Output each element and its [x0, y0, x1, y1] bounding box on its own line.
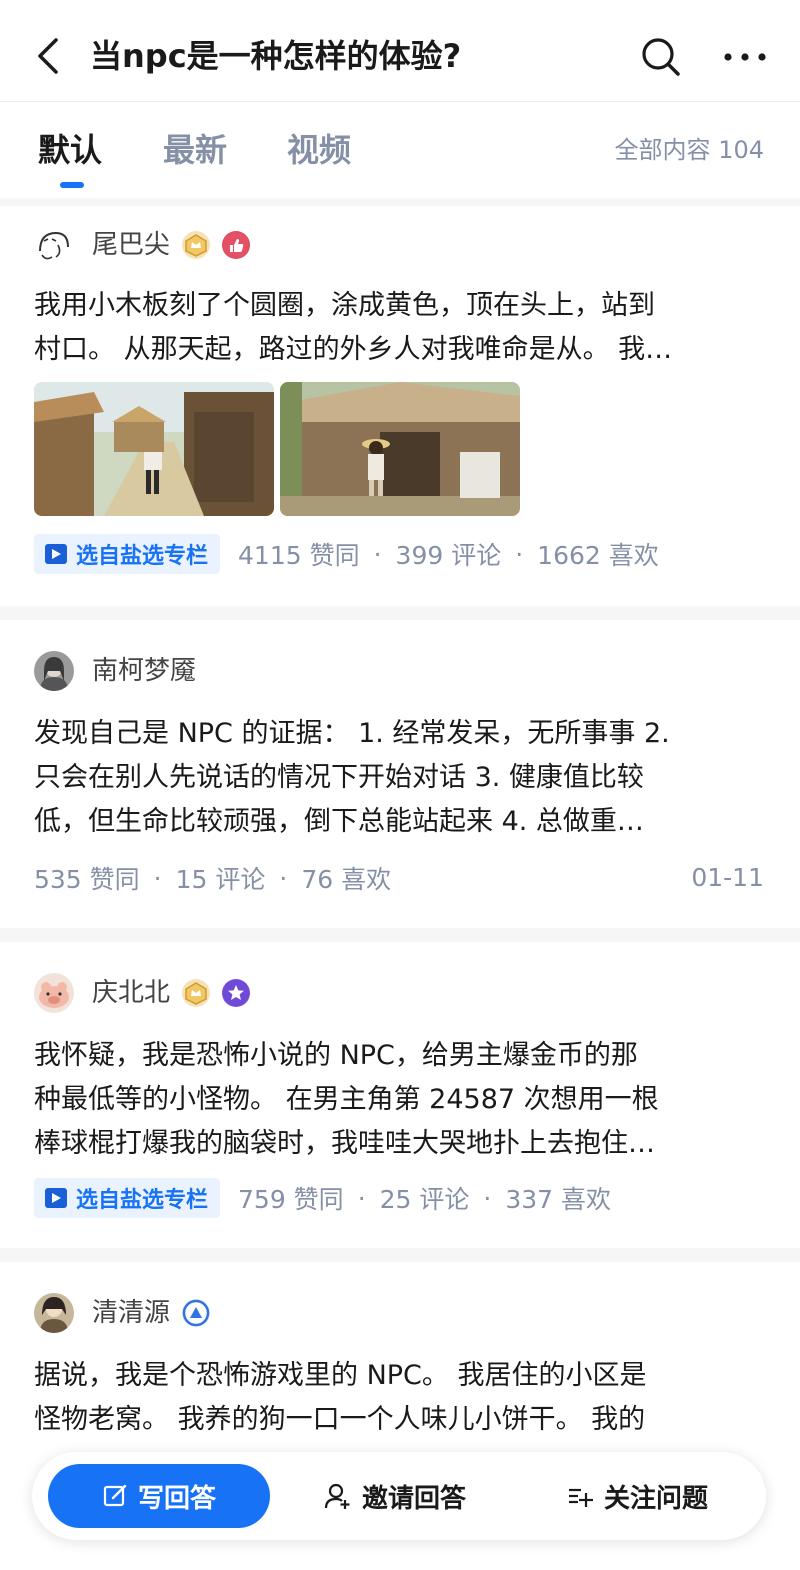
level-badge-icon	[182, 1299, 211, 1327]
separator-dot: ·	[357, 1183, 366, 1213]
crown-badge-icon	[182, 231, 211, 259]
excerpt-line: 据说，我是个恐怖游戏里的 NPC。 我居住的小区是	[34, 1360, 647, 1391]
answer-meta: 选自盐选专栏 759 赞同 · 25 评论 · 337 喜欢	[34, 1178, 611, 1218]
answer-excerpt[interactable]: 据说，我是个恐怖游戏里的 NPC。 我居住的小区是 怪物老窝。 我养的狗一口一个…	[34, 1354, 766, 1442]
author-row[interactable]: 清清源	[34, 1292, 211, 1334]
excerpt-line: 我怀疑，我是恐怖小说的 NPC，给男主爆金币的那	[34, 1040, 638, 1071]
separator-dot: ·	[373, 539, 382, 569]
comments-count[interactable]: 15 评论	[176, 860, 266, 896]
village-boy-image[interactable]	[34, 382, 274, 516]
separator-dot: ·	[279, 863, 288, 893]
excerpt-line: 发现自己是 NPC 的证据： 1. 经常发呆，无所事事 2.	[34, 718, 670, 749]
answer-date: 01-11	[691, 863, 764, 892]
author-row[interactable]: 南柯梦魇	[34, 650, 196, 692]
avatar[interactable]	[34, 225, 74, 265]
play-icon	[45, 544, 67, 564]
salt-column-tag[interactable]: 选自盐选专栏	[34, 1178, 221, 1218]
excerpt-line: 低，但生命比较顽强，倒下总能站起来 4. 总做重…	[34, 806, 644, 837]
top-bar: 当npc是一种怎样的体验?	[0, 0, 800, 102]
more-icon[interactable]	[720, 36, 770, 78]
answer-meta: 选自盐选专栏 4115 赞同 · 399 评论 · 1662 喜欢	[34, 534, 659, 574]
follow-question-label: 关注问题	[604, 1483, 709, 1514]
content-count: 全部内容 104	[614, 136, 764, 164]
edit-icon	[103, 1484, 127, 1507]
separator-dot: ·	[515, 539, 524, 569]
invite-answer-button[interactable]: 邀请回答	[324, 1464, 466, 1528]
answer-card[interactable]: 南柯梦魇 发现自己是 NPC 的证据： 1. 经常发呆，无所事事 2. 只会在别…	[0, 620, 800, 928]
play-icon	[45, 1188, 67, 1208]
excerpt-line: 村口。 从那天起，路过的外乡人对我唯命是从。 我…	[34, 334, 673, 365]
excerpt-line: 棒球棍打爆我的脑袋时，我哇哇大哭地扑上去抱住…	[34, 1128, 655, 1159]
crown-badge-icon	[182, 979, 211, 1007]
comments-count[interactable]: 25 评论	[380, 1180, 470, 1216]
tag-label: 选自盐选专栏	[76, 544, 209, 569]
author-name[interactable]: 尾巴尖	[92, 225, 170, 265]
author-name[interactable]: 南柯梦魇	[92, 651, 196, 691]
answer-excerpt[interactable]: 我用小木板刻了个圆圈，涂成黄色，顶在头上，站到 村口。 从那天起，路过的外乡人对…	[34, 284, 766, 372]
answer-excerpt[interactable]: 我怀疑，我是恐怖小说的 NPC，给男主爆金币的那 种最低等的小怪物。 在男主角第…	[34, 1034, 766, 1166]
author-name[interactable]: 庆北北	[92, 973, 170, 1013]
avatar[interactable]	[34, 1293, 74, 1333]
tag-label: 选自盐选专栏	[76, 1188, 209, 1213]
follow-question-button[interactable]: 关注问题	[566, 1464, 708, 1528]
star-badge-icon	[222, 979, 251, 1007]
answer-card[interactable]: 庆北北 我怀疑，我是恐怖小说的 NPC，给男主爆金币的那 种最低等的小怪物。 在…	[0, 942, 800, 1248]
tab-default[interactable]: 默认	[38, 128, 102, 172]
straw-hat-boy-image[interactable]	[280, 382, 520, 516]
likes-count: 4115 赞同	[238, 541, 360, 570]
excerpt-line: 我用小木板刻了个圆圈，涂成黄色，顶在头上，站到	[34, 290, 655, 321]
sort-tabs: 默认 最新 视频 全部内容 104	[0, 102, 800, 198]
search-icon[interactable]	[640, 36, 682, 78]
likes-count: 535 赞同	[34, 865, 140, 894]
write-answer-button[interactable]: 写回答	[48, 1464, 270, 1528]
active-tab-indicator	[60, 182, 84, 188]
separator-dot: ·	[483, 1183, 492, 1213]
answer-excerpt[interactable]: 发现自己是 NPC 的证据： 1. 经常发呆，无所事事 2. 只会在别人先说话的…	[34, 712, 766, 844]
author-row[interactable]: 庆北北	[34, 972, 251, 1014]
thumbs-up-badge-icon	[222, 231, 251, 259]
question-title: 当npc是一种怎样的体验?	[90, 37, 462, 75]
follow-list-icon	[569, 1488, 593, 1507]
avatar[interactable]	[34, 973, 74, 1013]
favorites-count: 76 喜欢	[301, 865, 392, 894]
invite-answer-label: 邀请回答	[362, 1483, 467, 1514]
author-name[interactable]: 清清源	[92, 1293, 170, 1333]
write-answer-label: 写回答	[137, 1483, 216, 1514]
back-arrow-icon[interactable]	[30, 34, 66, 78]
likes-count: 759 赞同	[238, 1185, 344, 1214]
avatar[interactable]	[34, 651, 74, 691]
favorites-count: 1662 喜欢	[537, 541, 659, 570]
salt-column-tag[interactable]: 选自盐选专栏	[34, 534, 221, 574]
answer-card[interactable]: 尾巴尖 我用小木板刻了个圆圈，涂成黄色，顶在头上，站到 村口。 从那天起，路过的…	[0, 206, 800, 606]
tab-video[interactable]: 视频	[287, 128, 351, 172]
comments-count[interactable]: 399 评论	[396, 536, 502, 572]
excerpt-line: 怪物老窝。 我养的狗一口一个人味儿小饼干。 我的	[34, 1404, 646, 1435]
tab-latest[interactable]: 最新	[163, 128, 227, 172]
separator-dot: ·	[153, 863, 162, 893]
bottom-action-bar: 写回答 邀请回答 关注问题	[32, 1452, 766, 1540]
answer-meta: 535 赞同 · 15 评论 · 76 喜欢	[34, 858, 391, 898]
author-row[interactable]: 尾巴尖	[34, 224, 251, 266]
excerpt-line: 只会在别人先说话的情况下开始对话 3. 健康值比较	[34, 762, 644, 793]
favorites-count: 337 喜欢	[505, 1185, 612, 1214]
invite-user-icon	[324, 1483, 350, 1509]
excerpt-line: 种最低等的小怪物。 在男主角第 24587 次想用一根	[34, 1084, 659, 1115]
